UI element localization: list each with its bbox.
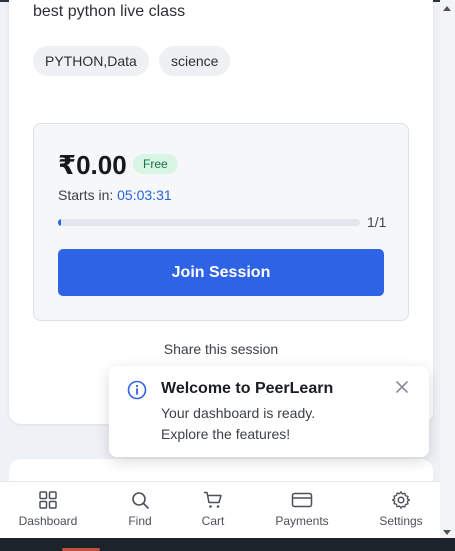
scroll-thumb[interactable] (444, 18, 451, 218)
info-icon (127, 380, 147, 400)
nav-dashboard[interactable]: Dashboard (14, 482, 82, 539)
cart-icon (203, 491, 222, 508)
session-price: ₹0.00 (58, 150, 127, 180)
starts-in: Starts in: 05:03:31 (58, 187, 172, 203)
seats-progress-label: 1/1 (367, 214, 387, 230)
nav-find[interactable]: Find (115, 482, 165, 539)
session-description: best python live class (33, 3, 186, 20)
session-card: best python live class PYTHON,Data scien… (9, 0, 433, 424)
nav-settings[interactable]: Settings (370, 482, 432, 539)
scroll-up-icon[interactable] (443, 6, 451, 11)
nav-find-label: Find (128, 514, 152, 528)
nav-cart[interactable]: Cart (188, 482, 238, 539)
seats-progress-bar (58, 219, 360, 226)
vertical-scrollbar[interactable] (440, 0, 455, 551)
search-icon (132, 492, 149, 509)
taskbar-strip (0, 538, 455, 551)
close-icon[interactable] (395, 380, 409, 394)
card-icon (291, 492, 313, 508)
join-session-button[interactable]: Join Session (58, 249, 384, 296)
nav-payments-label: Payments (275, 514, 329, 528)
scroll-down-icon[interactable] (443, 530, 451, 535)
free-badge: Free (133, 154, 178, 174)
grid-icon (39, 491, 57, 509)
share-session-link[interactable]: Share this session (9, 341, 433, 357)
pricing-box: ₹0.00 Free Starts in: 05:03:31 1/1 Join … (33, 123, 409, 321)
tag-science[interactable]: science (159, 46, 231, 76)
nav-payments[interactable]: Payments (267, 482, 337, 539)
nav-cart-label: Cart (201, 514, 225, 528)
tag-python-data[interactable]: PYTHON,Data (33, 46, 149, 76)
countdown-timer: 05:03:31 (117, 187, 172, 203)
bottom-navigation: Dashboard Find Cart Payments Settings (0, 481, 440, 538)
starts-label: Starts in: (58, 187, 114, 203)
seats-progress-fill (58, 219, 62, 226)
nav-settings-label: Settings (379, 514, 423, 528)
nav-dashboard-label: Dashboard (18, 514, 78, 528)
welcome-toast: Welcome to PeerLearn Your dashboard is r… (109, 366, 429, 457)
gear-icon (391, 491, 411, 509)
toast-title: Welcome to PeerLearn (161, 380, 334, 397)
toast-message: Your dashboard is ready. Explore the fea… (161, 405, 316, 442)
